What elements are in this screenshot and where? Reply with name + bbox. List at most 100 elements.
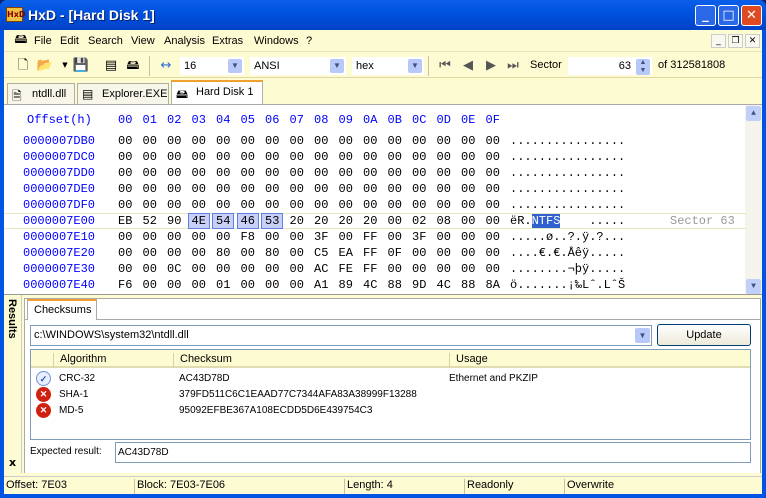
hex-byte[interactable]: 88 xyxy=(388,278,402,292)
hex-byte[interactable]: 8A xyxy=(486,278,500,292)
hex-byte[interactable]: 00 xyxy=(265,198,279,212)
hex-byte[interactable]: 00 xyxy=(339,166,353,180)
save-icon[interactable]: 💾 xyxy=(72,57,90,74)
hex-byte[interactable]: 00 xyxy=(461,198,475,212)
hex-byte[interactable]: 00 xyxy=(437,198,451,212)
hex-byte[interactable]: 00 xyxy=(192,262,206,276)
hex-byte[interactable]: 00 xyxy=(412,150,426,164)
hex-byte[interactable]: 00 xyxy=(290,166,304,180)
hex-byte[interactable]: 00 xyxy=(216,134,230,148)
hex-byte[interactable]: 00 xyxy=(143,278,157,292)
hex-byte[interactable]: 00 xyxy=(167,278,181,292)
hex-byte[interactable]: 00 xyxy=(339,198,353,212)
menu-view[interactable]: View xyxy=(131,35,155,47)
tab-checksums[interactable]: Checksums xyxy=(27,299,97,320)
hex-byte[interactable]: 00 xyxy=(388,214,402,228)
hex-byte[interactable]: 00 xyxy=(486,134,500,148)
hex-byte[interactable]: 00 xyxy=(461,214,475,228)
hex-byte[interactable]: 52 xyxy=(143,214,157,228)
hex-byte[interactable]: 00 xyxy=(167,134,181,148)
vertical-scrollbar[interactable]: ▲ ▼ xyxy=(745,105,762,295)
hex-byte[interactable]: C5 xyxy=(314,246,328,260)
hex-byte[interactable]: AC xyxy=(314,262,328,276)
hex-byte[interactable]: 00 xyxy=(118,246,132,260)
hex-byte[interactable]: 00 xyxy=(486,150,500,164)
chevron-down-icon[interactable]: ▼ xyxy=(408,59,422,73)
hex-byte[interactable]: 00 xyxy=(412,134,426,148)
hex-byte[interactable]: 00 xyxy=(486,262,500,276)
hex-byte[interactable]: 20 xyxy=(314,214,328,228)
hex-byte[interactable]: 00 xyxy=(412,246,426,260)
hex-byte[interactable]: 00 xyxy=(339,134,353,148)
chevron-down-icon[interactable]: ▼ xyxy=(635,328,650,343)
hex-byte[interactable]: 90 xyxy=(167,214,181,228)
hex-byte[interactable]: 00 xyxy=(216,150,230,164)
hex-byte[interactable]: 00 xyxy=(192,166,206,180)
hex-byte[interactable]: 00 xyxy=(290,262,304,276)
hex-byte[interactable]: 00 xyxy=(216,230,230,244)
hex-byte[interactable]: 00 xyxy=(265,182,279,196)
hex-byte[interactable]: 00 xyxy=(363,166,377,180)
hex-byte[interactable]: 00 xyxy=(412,262,426,276)
hex-byte[interactable]: 00 xyxy=(437,166,451,180)
menu-extras[interactable]: Extras xyxy=(212,35,243,47)
hex-byte[interactable]: 00 xyxy=(192,150,206,164)
ascii-selection[interactable]: NTFS xyxy=(531,214,561,228)
ascii-text[interactable]: ....€.€.Åêÿ..... xyxy=(510,246,625,260)
hex-byte[interactable]: 01 xyxy=(216,278,230,292)
hex-byte[interactable]: 00 xyxy=(118,230,132,244)
hex-byte[interactable]: 00 xyxy=(143,262,157,276)
spinner-icon[interactable]: ▲ ▼ xyxy=(636,59,650,75)
hex-byte[interactable]: 53 xyxy=(260,213,284,229)
tab-ntdll[interactable]: 🗎 ntdll.dll xyxy=(7,83,75,104)
hex-byte[interactable]: 00 xyxy=(363,182,377,196)
hex-byte[interactable]: 00 xyxy=(314,182,328,196)
charset-select[interactable]: ANSI ▼ xyxy=(250,57,346,75)
hex-byte[interactable]: FE xyxy=(339,262,353,276)
hex-byte[interactable]: 20 xyxy=(363,214,377,228)
hex-byte[interactable]: 00 xyxy=(118,134,132,148)
hex-byte[interactable]: 00 xyxy=(290,134,304,148)
hex-byte[interactable]: 00 xyxy=(314,150,328,164)
tab-hard-disk[interactable]: 🖴 Hard Disk 1 xyxy=(171,80,263,104)
checksum-row[interactable]: ✓ CRC-32 AC43D78D Ethernet and PKZIP xyxy=(31,371,750,387)
hex-byte[interactable]: 00 xyxy=(363,198,377,212)
file-path-combo[interactable]: c:\WINDOWS\system32\ntdll.dll ▼ xyxy=(30,325,652,346)
hex-byte[interactable]: 00 xyxy=(167,246,181,260)
hex-byte[interactable]: 00 xyxy=(437,182,451,196)
hex-byte[interactable]: FF xyxy=(363,230,377,244)
hex-byte[interactable]: 00 xyxy=(314,134,328,148)
open-disk-icon[interactable]: 🖴 xyxy=(124,57,142,74)
hex-byte[interactable]: 00 xyxy=(167,230,181,244)
menu-search[interactable]: Search xyxy=(88,35,123,47)
tab-explorer[interactable]: ▤ Explorer.EXE xyxy=(77,83,169,104)
menu-edit[interactable]: Edit xyxy=(60,35,79,47)
hex-byte[interactable]: 00 xyxy=(290,198,304,212)
hex-byte[interactable]: 00 xyxy=(461,166,475,180)
hex-byte[interactable]: 00 xyxy=(339,230,353,244)
hex-byte[interactable]: 00 xyxy=(461,134,475,148)
column-checksum[interactable]: Checksum xyxy=(173,353,449,367)
hex-byte[interactable]: 00 xyxy=(143,198,157,212)
scroll-down-icon[interactable]: ▼ xyxy=(746,279,761,294)
hex-byte[interactable]: 00 xyxy=(241,166,255,180)
hex-byte[interactable]: 00 xyxy=(241,246,255,260)
hex-editor[interactable]: Offset(h) ▲ ▼ 00 01 02 03 04 05 06 07 08 09 0A 0B 0C… xyxy=(4,104,762,295)
hex-byte[interactable]: 00 xyxy=(461,182,475,196)
hex-byte[interactable]: 3F xyxy=(314,230,328,244)
hex-byte[interactable]: 00 xyxy=(118,166,132,180)
hex-byte[interactable]: 00 xyxy=(241,262,255,276)
hex-byte[interactable]: 0F xyxy=(388,246,402,260)
hex-byte[interactable]: 00 xyxy=(265,134,279,148)
hex-byte[interactable]: 00 xyxy=(192,134,206,148)
hex-byte[interactable]: 02 xyxy=(412,214,426,228)
ascii-text[interactable]: ................ xyxy=(510,166,625,180)
hex-byte[interactable]: 00 xyxy=(461,262,475,276)
hex-byte[interactable]: 00 xyxy=(192,246,206,260)
hex-byte[interactable]: 0C xyxy=(167,262,181,276)
column-usage[interactable]: Usage xyxy=(449,353,749,367)
hex-byte[interactable]: 00 xyxy=(265,278,279,292)
hex-byte[interactable]: 00 xyxy=(486,166,500,180)
close-button[interactable]: ✕ xyxy=(741,5,762,26)
hex-byte[interactable]: 00 xyxy=(388,198,402,212)
